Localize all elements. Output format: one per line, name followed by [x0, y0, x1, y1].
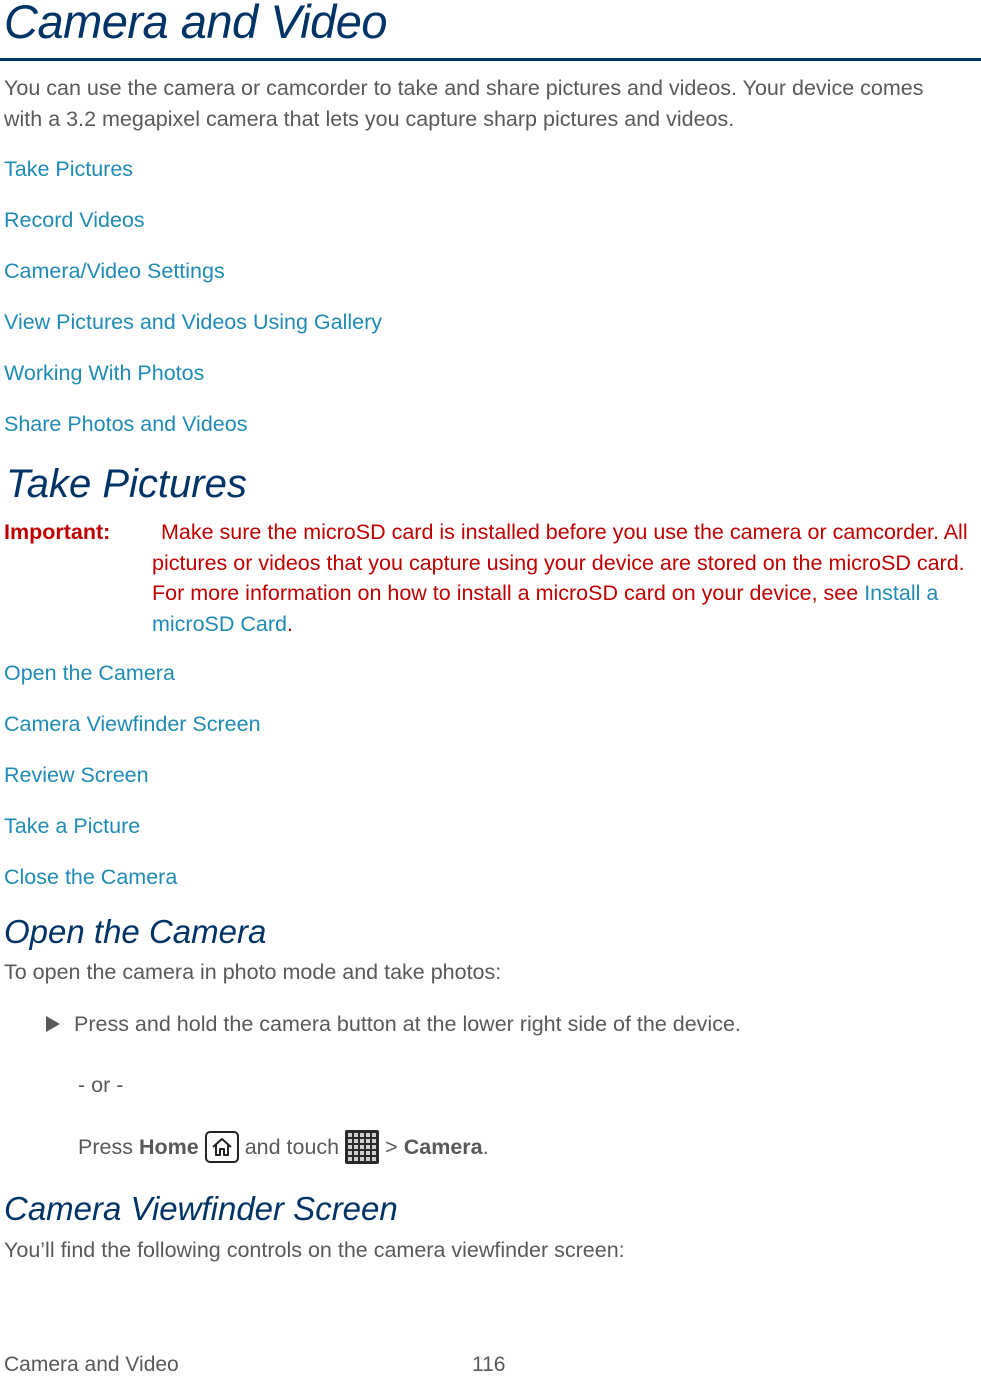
toc-link-working-with-photos[interactable]: Working With Photos — [4, 361, 382, 412]
subsection-heading-open-camera: Open the Camera — [4, 913, 267, 950]
important-body: Make sure the microSD card is installed … — [152, 517, 981, 639]
open-camera-intro: To open the camera in photo mode and tak… — [4, 960, 502, 984]
toc-link-view-gallery[interactable]: View Pictures and Videos Using Gallery — [4, 310, 382, 361]
toc-link-camera-video-settings[interactable]: Camera/Video Settings — [4, 259, 382, 310]
toc-link-open-camera[interactable]: Open the Camera — [4, 661, 261, 712]
intro-paragraph: You can use the camera or camcorder to t… — [4, 76, 924, 131]
press-text: Press — [78, 1134, 133, 1159]
important-suffix: . — [287, 611, 293, 636]
home-label: Home — [138, 1134, 199, 1159]
bullet-text: Press and hold the camera button at the … — [74, 1012, 741, 1036]
camera-label: Camera — [403, 1134, 483, 1159]
and-touch-text: and touch — [244, 1134, 340, 1159]
chapter-toc: Take Pictures Record Videos Camera/Video… — [4, 157, 382, 463]
gt-separator: > — [385, 1134, 398, 1159]
bullet-arrow-icon — [46, 1016, 60, 1032]
viewfinder-intro: You’ll find the following controls on th… — [4, 1238, 625, 1262]
title-rule — [0, 58, 981, 61]
toc-link-close-camera[interactable]: Close the Camera — [4, 865, 261, 916]
subsection-heading-viewfinder: Camera Viewfinder Screen — [4, 1190, 398, 1227]
toc-link-take-pictures[interactable]: Take Pictures — [4, 157, 382, 208]
footer-section-name: Camera and Video — [4, 1353, 179, 1376]
important-label: Important: — [4, 520, 111, 544]
toc-link-record-videos[interactable]: Record Videos — [4, 208, 382, 259]
toc-link-share-photos[interactable]: Share Photos and Videos — [4, 412, 382, 463]
section-toc: Open the Camera Camera Viewfinder Screen… — [4, 661, 261, 916]
section-heading-take-pictures: Take Pictures — [6, 462, 247, 506]
period: . — [482, 1134, 489, 1159]
toc-link-review-screen[interactable]: Review Screen — [4, 763, 261, 814]
home-icon — [204, 1131, 239, 1163]
or-separator: - or - — [78, 1073, 124, 1097]
toc-link-viewfinder-screen[interactable]: Camera Viewfinder Screen — [4, 712, 261, 763]
apps-grid-icon — [345, 1130, 380, 1164]
bullet-step: Press and hold the camera button at the … — [46, 1012, 741, 1037]
alt-step: Press Home and touch > Camera. — [78, 1130, 489, 1164]
footer-page-number: 116 — [472, 1353, 506, 1376]
page-title: Camera and Video — [4, 0, 388, 48]
important-text: Make sure the microSD card is installed … — [152, 520, 968, 605]
toc-link-take-a-picture[interactable]: Take a Picture — [4, 814, 261, 865]
